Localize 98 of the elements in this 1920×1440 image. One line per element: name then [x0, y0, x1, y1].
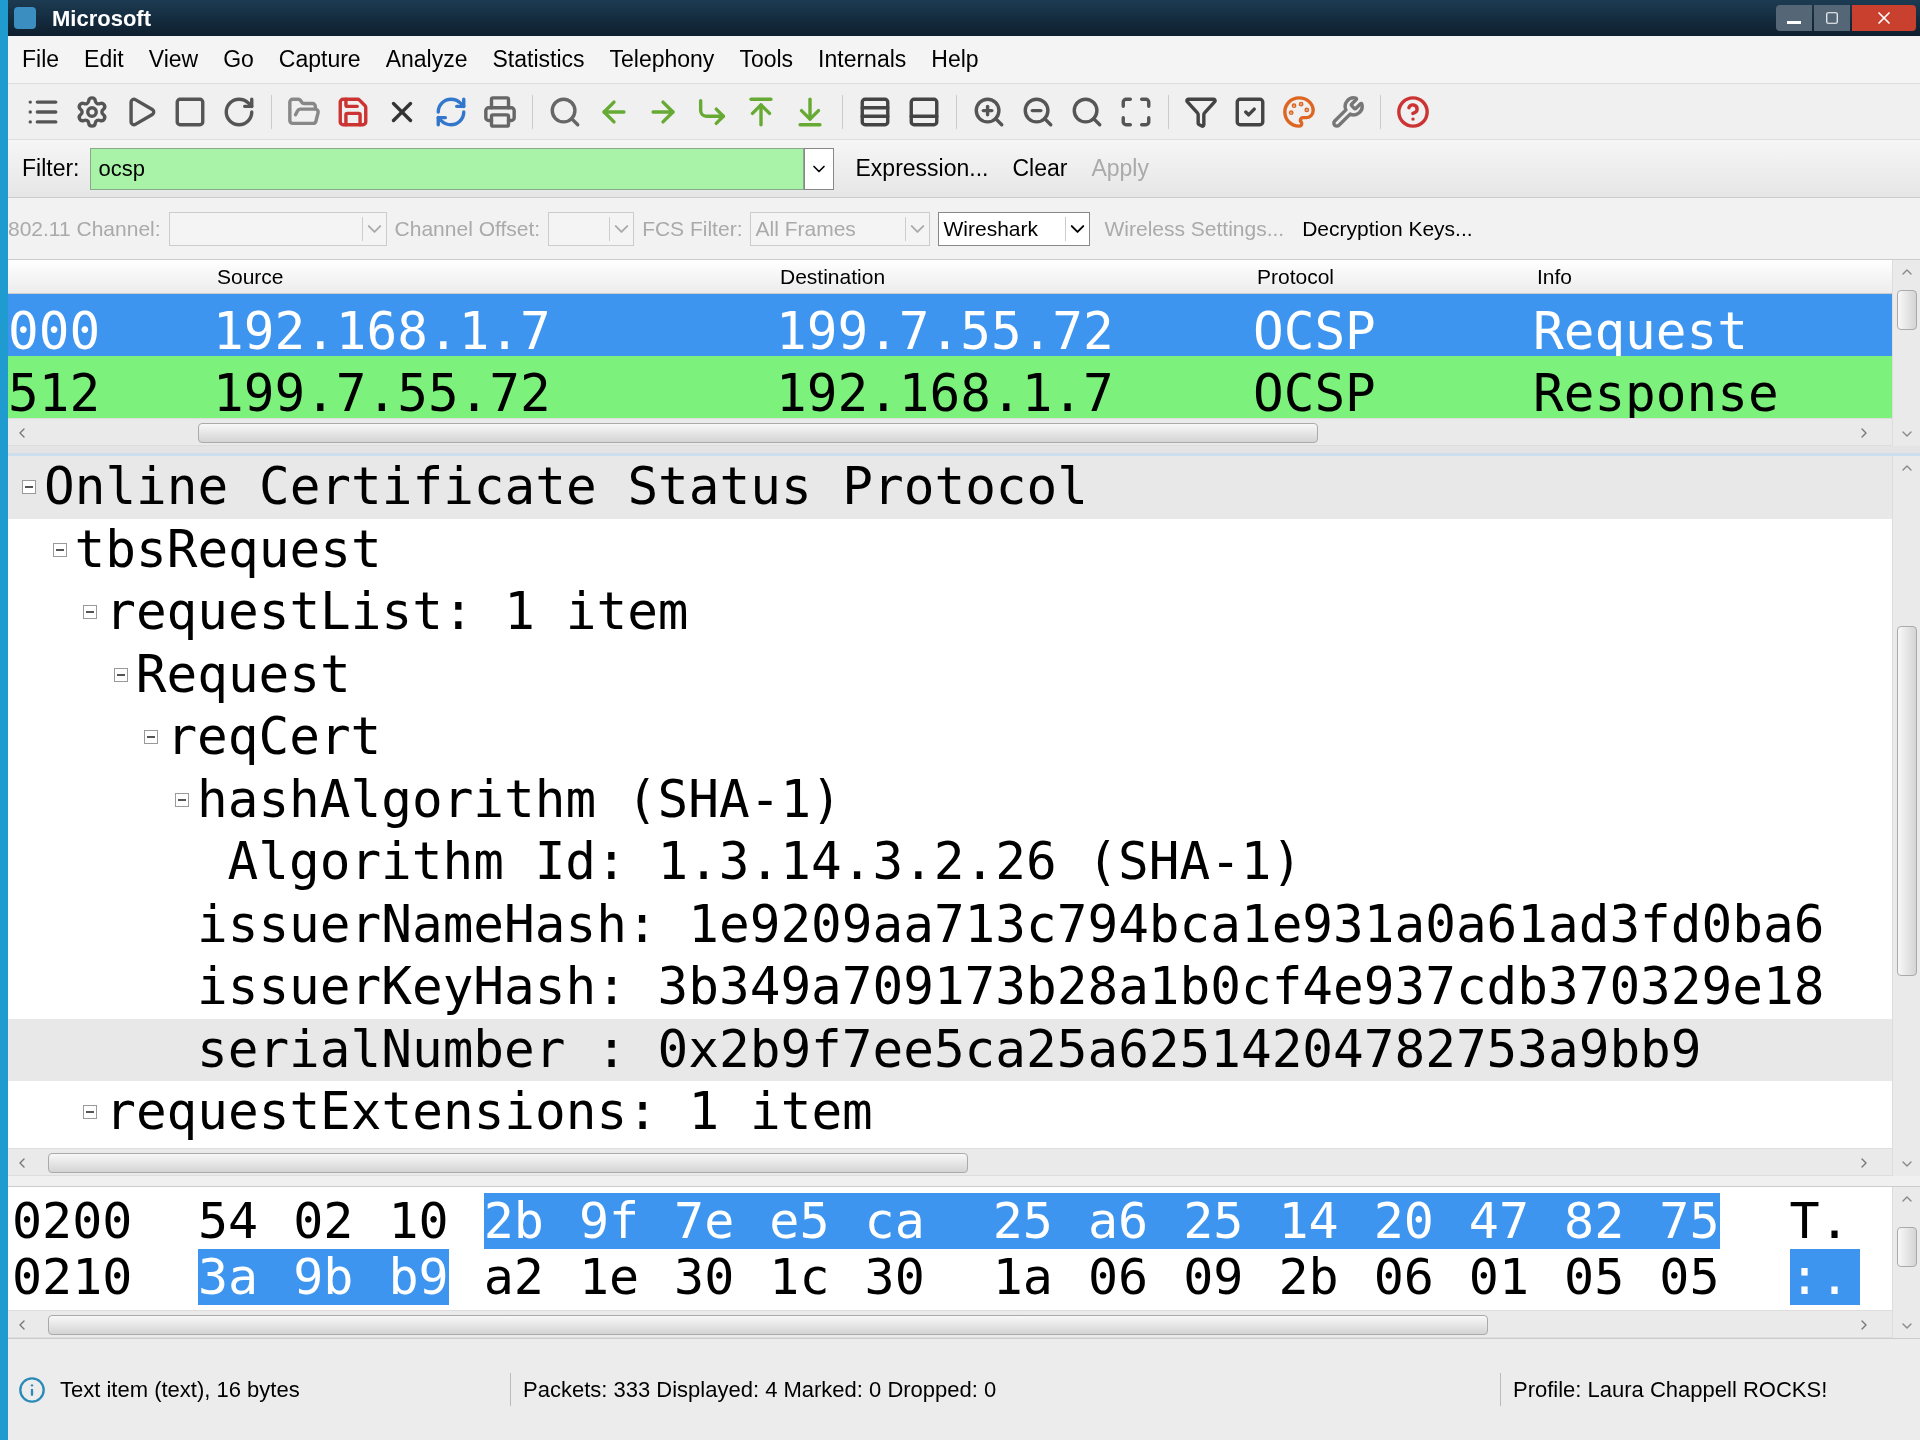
hex-byte[interactable]: 02 — [293, 1193, 354, 1249]
fcs-label: FCS Filter: — [642, 215, 743, 242]
filter-field[interactable]: ocsp — [89, 147, 804, 190]
hex-byte[interactable]: 06 — [1087, 1249, 1149, 1305]
packet-row[interactable]: 512 199.7.55.72 192.168.1.7 OCSP Response — [8, 356, 1892, 418]
window-title: Microsoft — [52, 4, 151, 33]
hex-byte[interactable]: 05 — [1564, 1249, 1625, 1305]
tree-item-label: tbsRequest — [74, 518, 382, 581]
minimize-button[interactable] — [1776, 5, 1812, 31]
menu-item[interactable]: Analyze — [385, 42, 468, 77]
tree-item-label: requestExtensions: 1 item — [105, 1081, 873, 1143]
vertical-scrollbar[interactable] — [1892, 1187, 1920, 1338]
collapse-toggle-icon[interactable] — [113, 667, 128, 682]
tree-item-label: Online Certificate Status Protocol — [44, 456, 1088, 518]
scrollbar-thumb[interactable] — [1897, 290, 1917, 330]
menu-item[interactable]: Help — [931, 42, 979, 77]
hex-byte[interactable]: 30 — [864, 1249, 925, 1305]
tree-item[interactable]: Online Certificate Status Protocol — [8, 456, 1892, 519]
hex-byte[interactable]: 30 — [674, 1249, 735, 1305]
menu-item[interactable]: Telephony — [609, 42, 715, 77]
hex-byte[interactable]: 06 — [1373, 1249, 1434, 1305]
vertical-scrollbar[interactable] — [1892, 456, 1920, 1176]
column-header[interactable]: Protocol — [1253, 260, 1533, 293]
column-header[interactable]: Info — [1533, 260, 1892, 293]
horizontal-scrollbar[interactable] — [8, 418, 1892, 446]
settings-icon[interactable] — [75, 94, 109, 129]
scrollbar-thumb[interactable] — [48, 1315, 1488, 1335]
scrollbar-thumb[interactable] — [1897, 626, 1917, 976]
tree-item[interactable]: serialNumber : 0x2b9f7ee5ca25a62514204782753a9bb9 — [8, 1018, 1892, 1081]
tree-item[interactable]: tbsRequest — [8, 518, 1892, 581]
help-icon[interactable] — [1396, 94, 1430, 129]
maximize-button[interactable] — [1814, 5, 1850, 31]
hex-byte[interactable]: 10 — [388, 1193, 449, 1249]
collapse-toggle-icon[interactable] — [144, 730, 159, 745]
scrollbar-thumb[interactable] — [198, 423, 1318, 443]
hex-byte[interactable]: 1a — [992, 1249, 1053, 1305]
tree-item[interactable]: Request — [8, 643, 1892, 706]
scrollbar-thumb[interactable] — [48, 1153, 968, 1173]
menu-item[interactable]: Edit — [84, 42, 124, 77]
collapse-toggle-icon[interactable] — [175, 792, 189, 807]
wrench-icon[interactable] — [1331, 94, 1365, 129]
status-info-icon — [18, 1375, 46, 1404]
filter-dropdown-button[interactable] — [803, 147, 834, 190]
tree-item[interactable]: Algorithm Id: 1.3.14.3.2.26 (SHA-1) — [8, 831, 1892, 894]
column-header[interactable]: Destination — [776, 260, 1253, 293]
menu-item[interactable]: Go — [223, 42, 254, 77]
tree-item-label: reqCert — [166, 706, 382, 768]
maximize-icon — [1825, 11, 1839, 25]
status-field-info: Text item (text), 16 bytes — [60, 1376, 301, 1404]
tree-item-label: Request — [135, 643, 351, 706]
menu-item[interactable]: Statistics — [492, 42, 585, 77]
column-header[interactable]: Source — [213, 260, 776, 293]
hex-byte[interactable]: 54 — [198, 1193, 259, 1249]
status-profile: Profile: Laura Chappell ROCKS! — [1500, 1373, 1828, 1406]
hex-byte[interactable]: 09 — [1183, 1249, 1244, 1305]
palette-icon[interactable] — [1282, 94, 1316, 129]
hex-byte[interactable]: 05 — [1659, 1249, 1720, 1305]
app-icon — [14, 7, 36, 29]
mode-combo[interactable]: Wireshark — [938, 211, 1091, 246]
tree-item-label: requestList: 1 item — [105, 581, 689, 643]
vertical-scrollbar[interactable] — [1892, 260, 1920, 446]
tree-item[interactable]: requestExtensions: 1 item — [8, 1081, 1892, 1144]
ascii-text[interactable]: T. — [1789, 1193, 1860, 1249]
horizontal-scrollbar[interactable] — [8, 1148, 1892, 1176]
printer-icon[interactable] — [483, 94, 517, 129]
collapse-toggle-icon[interactable] — [83, 605, 98, 620]
tree-item[interactable]: reqCert — [8, 706, 1892, 769]
close-button[interactable] — [1852, 5, 1916, 31]
horizontal-scrollbar[interactable] — [8, 1310, 1892, 1338]
menu-item[interactable]: Tools — [739, 42, 794, 77]
hex-byte[interactable]: 1c — [769, 1249, 830, 1305]
collapse-toggle-icon[interactable] — [52, 542, 67, 557]
hex-byte[interactable]: 2b — [1278, 1249, 1339, 1305]
scrollbar-thumb[interactable] — [1897, 1227, 1917, 1267]
tree-item[interactable]: hashAlgorithm (SHA-1) — [8, 768, 1892, 831]
menu-item[interactable]: File — [22, 42, 60, 77]
hex-byte[interactable]: 01 — [1468, 1249, 1530, 1305]
collapse-toggle-icon[interactable] — [83, 1105, 98, 1120]
hex-byte[interactable]: 1e — [578, 1249, 640, 1305]
hex-offset: 0210 — [11, 1249, 134, 1305]
tree-item[interactable]: requestList: 1 item — [8, 581, 1892, 644]
tree-item-label: Algorithm Id: 1.3.14.3.2.26 (SHA-1) — [227, 831, 1303, 893]
tree-item-label: serialNumber : 0x2b9f7ee5ca25a62514204782753a9bb9 — [197, 1018, 1702, 1081]
hex-byte[interactable]: a2 — [483, 1249, 544, 1305]
hex-offset: 0200 — [11, 1193, 134, 1249]
menu-item[interactable]: Internals — [818, 42, 907, 77]
menu-item[interactable]: Capture — [278, 42, 361, 77]
status-packets: Packets: 333 Displayed: 4 Marked: 0 Dropped: 0 — [510, 1373, 1500, 1406]
toolbar-button[interactable]: Clear — [1010, 151, 1070, 186]
offset-label: Channel Offset: — [394, 215, 541, 242]
collapse-toggle-icon[interactable] — [22, 480, 36, 495]
channel-label: 802.11 Channel: — [8, 215, 161, 242]
menu-item[interactable]: View — [148, 42, 199, 77]
tree-item-label: hashAlgorithm (SHA-1) — [197, 768, 842, 831]
toolbar-button[interactable]: Expression... — [853, 151, 991, 186]
minimize-icon — [1787, 20, 1801, 24]
filter-label: Filter: — [22, 154, 80, 184]
decryption-keys-button[interactable]: Decryption Keys... — [1302, 212, 1473, 245]
